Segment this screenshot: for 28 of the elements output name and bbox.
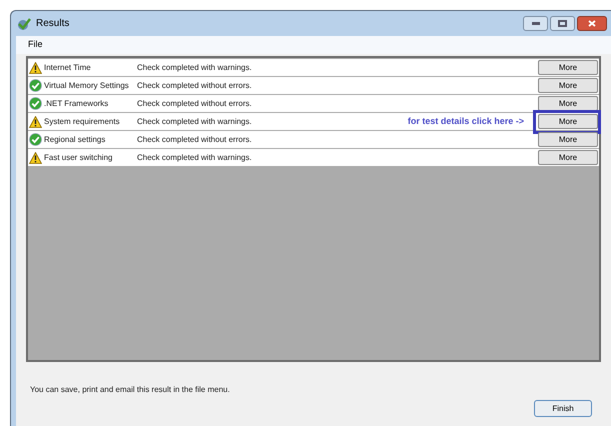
- menu-item[interactable]: File: [28, 38, 43, 52]
- test-name: System requirements: [44, 116, 120, 128]
- result-message: Check completed without errors.: [137, 134, 252, 146]
- test-name: Fast user switching: [44, 152, 112, 164]
- window-title: Results: [36, 17, 70, 31]
- app-icon: [16, 16, 32, 30]
- close-button[interactable]: [577, 16, 607, 31]
- more-button[interactable]: More: [538, 150, 598, 165]
- result-message: Check completed without errors.: [137, 98, 252, 110]
- more-button[interactable]: More: [538, 60, 598, 75]
- more-button[interactable]: More: [538, 78, 598, 93]
- test-name: Internet Time: [44, 62, 91, 74]
- more-button[interactable]: More: [538, 96, 598, 111]
- footer-note: You can save, print and email this result in the file menu.: [30, 384, 231, 396]
- result-message: Check completed with warnings.: [137, 62, 252, 74]
- annotation-text: for test details click here ->: [408, 114, 524, 128]
- test-name: Virtual Memory Settings: [44, 80, 129, 92]
- result-message: Check completed with warnings.: [137, 116, 252, 128]
- finish-button[interactable]: Finish: [534, 400, 592, 417]
- maximize-button[interactable]: [550, 16, 575, 31]
- test-name: Regional settings: [44, 134, 106, 146]
- test-name: .NET Frameworks: [44, 98, 108, 110]
- more-button[interactable]: More: [538, 132, 598, 147]
- minimize-button[interactable]: [523, 16, 548, 31]
- result-message: Check completed with warnings.: [137, 152, 252, 164]
- more-button[interactable]: More: [538, 114, 598, 129]
- result-message: Check completed without errors.: [137, 80, 252, 92]
- close-icon: [588, 20, 596, 27]
